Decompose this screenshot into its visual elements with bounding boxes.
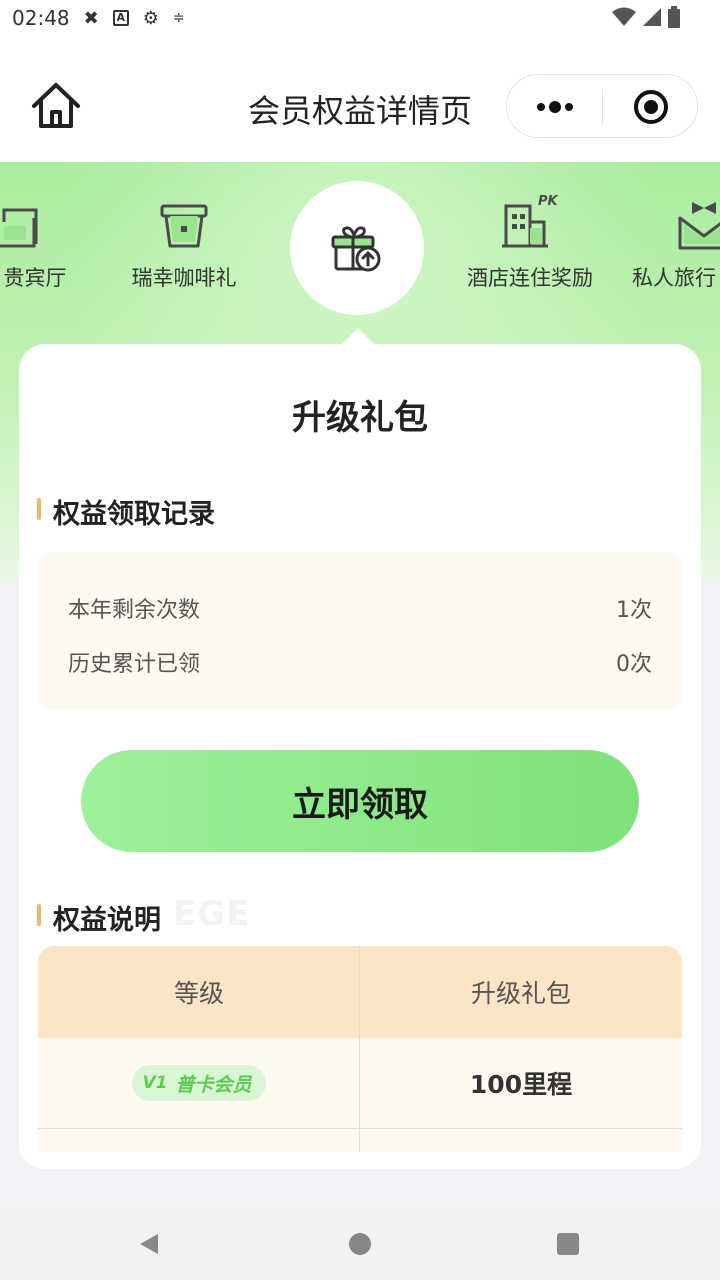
gift-upgrade-icon xyxy=(331,226,381,272)
claim-now-button[interactable]: 立即领取 xyxy=(81,750,639,852)
column-header-level: 等级 xyxy=(173,979,224,1008)
record-section-heading: 权益领取记录 xyxy=(37,492,215,531)
pk-badge: PK xyxy=(538,194,558,209)
text-a-icon: A xyxy=(112,10,129,26)
table-column-divider xyxy=(359,946,360,1152)
record-row: 历史累计已领 0次 xyxy=(68,646,652,678)
record-label: 历史累计已领 xyxy=(68,652,201,677)
table-row-divider xyxy=(38,1128,682,1129)
benefit-card: 升级礼包 权益领取记录 本年剩余次数 1次 历史累计已领 0次 立即领取 EGE… xyxy=(19,344,701,1169)
record-value: 0次 xyxy=(616,652,652,677)
level-cell: V1 普卡会员 xyxy=(38,1038,360,1128)
close-target-icon[interactable] xyxy=(633,89,669,125)
card-title: 升级礼包 xyxy=(292,398,428,438)
table-header: 等级 升级礼包 xyxy=(38,946,682,1038)
sliders-icon: ≑ xyxy=(172,10,185,26)
record-label: 本年剩余次数 xyxy=(68,598,201,623)
tab-upgrade-gift-active[interactable] xyxy=(290,181,424,315)
system-navigation-bar xyxy=(0,1208,720,1280)
sofa-icon xyxy=(0,208,38,248)
butler-icon xyxy=(678,202,720,250)
level-name: 普卡会员 xyxy=(175,1073,252,1096)
tab-private-travel[interactable]: 私人旅行 xyxy=(632,200,720,292)
more-dots-icon[interactable] xyxy=(535,95,575,119)
gift-value: 100里程 xyxy=(469,1070,573,1099)
bandage-icon: ✖ xyxy=(83,7,99,29)
tab-lounge[interactable]: 贵宾厅 xyxy=(0,200,80,292)
capsule-divider xyxy=(602,89,603,125)
coffee-cup-icon xyxy=(160,204,208,248)
record-value: 1次 xyxy=(616,598,652,623)
back-triangle-icon[interactable] xyxy=(138,1232,162,1256)
signal-icon xyxy=(643,8,661,26)
desc-section-heading: 权益说明 xyxy=(37,898,161,937)
recents-square-icon[interactable] xyxy=(556,1232,580,1256)
record-box: 本年剩余次数 1次 历史累计已领 0次 xyxy=(38,552,682,710)
tab-label: 贵宾厅 xyxy=(3,266,67,290)
tab-label: 酒店连住奖励 xyxy=(467,266,593,290)
status-bar: 02:48 ✖ A ⚙ ≑ xyxy=(0,0,720,36)
gift-value-cell: 100里程 xyxy=(360,1038,682,1128)
home-circle-icon[interactable] xyxy=(348,1232,372,1256)
wifi-icon xyxy=(612,7,636,26)
status-time: 02:48 xyxy=(12,6,70,30)
tab-label: 瑞幸咖啡礼 xyxy=(131,266,237,290)
status-right-icons xyxy=(612,6,680,28)
tab-label: 私人旅行 xyxy=(632,266,716,290)
navigation-bar: 会员权益详情页 xyxy=(0,36,720,162)
settings-gear-icon: ⚙ xyxy=(142,7,159,29)
tab-coffee[interactable]: 瑞幸咖啡礼 xyxy=(124,200,244,292)
level-badge: V1 普卡会员 xyxy=(132,1065,266,1101)
section-watermark: EGE xyxy=(173,894,251,934)
level-code: V1 xyxy=(142,1073,168,1093)
battery-icon xyxy=(668,6,680,28)
mini-program-capsule xyxy=(506,74,698,138)
tab-hotel[interactable]: PK 酒店连住奖励 xyxy=(458,194,602,292)
benefit-table: 等级 升级礼包 V1 普卡会员 100里程 xyxy=(38,946,682,1152)
column-header-gift: 升级礼包 xyxy=(470,979,571,1008)
record-row: 本年剩余次数 1次 xyxy=(68,592,652,624)
